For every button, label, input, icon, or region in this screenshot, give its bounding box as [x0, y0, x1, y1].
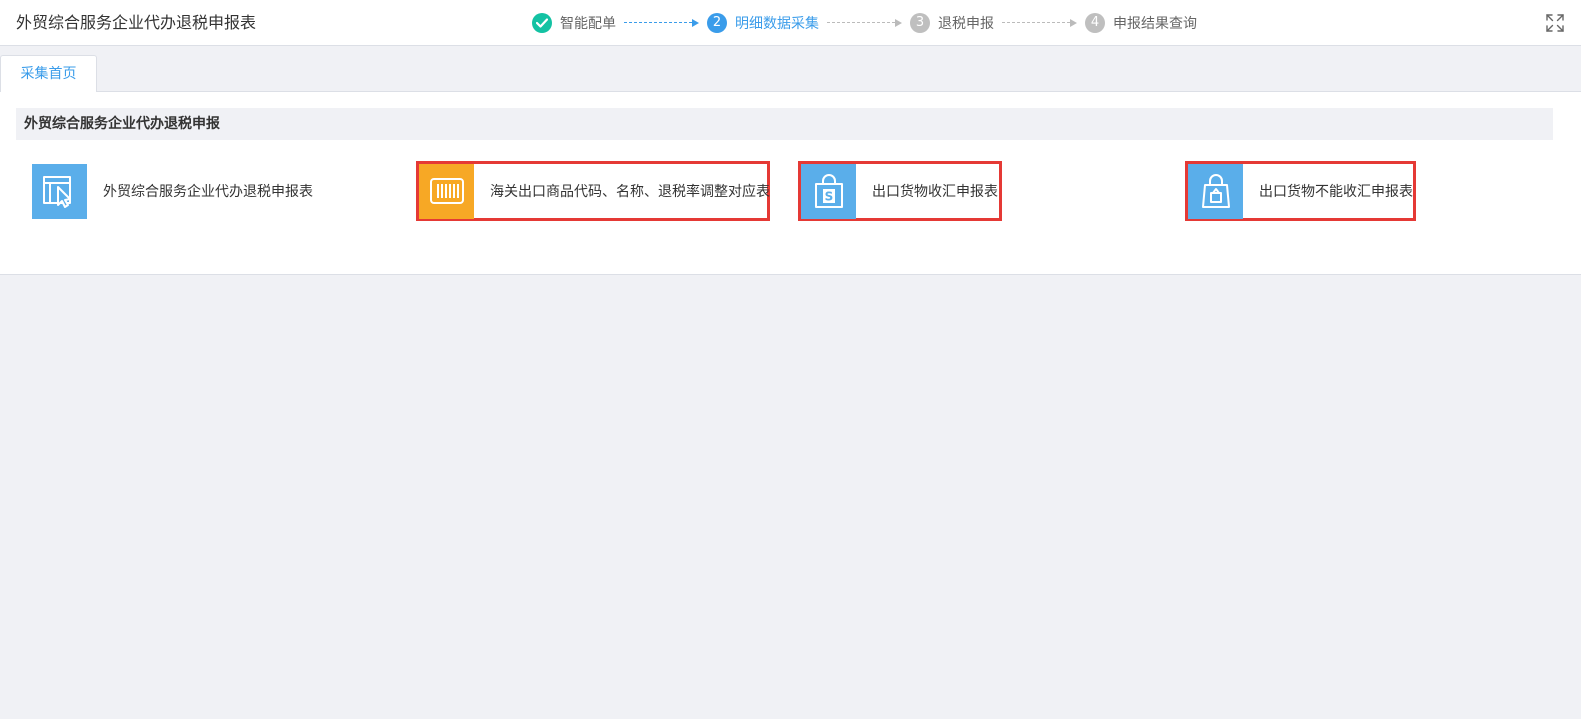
- checkmark-icon: [532, 12, 552, 33]
- card-customs-code-table[interactable]: 海关出口商品代码、名称、退税率调整对应表: [416, 161, 770, 221]
- step-label: 退税申报: [938, 15, 994, 32]
- step-connector: [827, 18, 902, 27]
- section-title: 外贸综合服务企业代办退税申报: [16, 108, 1553, 140]
- step-number: 2: [707, 12, 727, 33]
- card-export-receipt-form[interactable]: S 出口货物收汇申报表: [798, 161, 1002, 221]
- barcode-icon: [419, 163, 474, 219]
- expand-icon[interactable]: [1545, 13, 1565, 33]
- card-label: 海关出口商品代码、名称、退税率调整对应表: [490, 184, 770, 200]
- card-agency-refund-form[interactable]: 外贸综合服务企业代办退税申报表: [32, 163, 313, 219]
- svg-text:S: S: [824, 190, 833, 204]
- step-label: 明细数据采集: [735, 15, 819, 32]
- lock-bag-icon: [1188, 163, 1243, 219]
- step-connector: [1002, 18, 1077, 27]
- card-export-no-receipt-form[interactable]: 出口货物不能收汇申报表: [1185, 161, 1416, 221]
- card-label: 外贸综合服务企业代办退税申报表: [103, 184, 313, 200]
- tab-bar: 采集首页: [0, 46, 1581, 92]
- dollar-bag-icon: S: [801, 163, 856, 219]
- page-title: 外贸综合服务企业代办退税申报表: [16, 13, 257, 32]
- app-header: 外贸综合服务企业代办退税申报表 智能配单 2 明细数据采集 3 退税申报 4 申…: [0, 0, 1581, 46]
- card-label: 出口货物不能收汇申报表: [1259, 184, 1413, 200]
- step-1[interactable]: 智能配单: [532, 12, 616, 33]
- step-4[interactable]: 4 申报结果查询: [1085, 12, 1197, 33]
- step-progress: 智能配单 2 明细数据采集 3 退税申报 4 申报结果查询: [532, 12, 1197, 33]
- step-label: 申报结果查询: [1113, 15, 1197, 32]
- pointer-window-icon: [32, 163, 87, 219]
- step-label: 智能配单: [560, 15, 616, 32]
- card-label: 出口货物收汇申报表: [872, 184, 998, 200]
- step-number: 3: [910, 12, 930, 33]
- step-number: 4: [1085, 12, 1105, 33]
- step-connector: [624, 18, 699, 27]
- tab-collection-home[interactable]: 采集首页: [0, 55, 97, 92]
- main-panel: 外贸综合服务企业代办退税申报 外贸综合服务企业代办退税申报表 海关出口商品代码、…: [0, 92, 1581, 275]
- step-2[interactable]: 2 明细数据采集: [707, 12, 819, 33]
- step-3[interactable]: 3 退税申报: [910, 12, 994, 33]
